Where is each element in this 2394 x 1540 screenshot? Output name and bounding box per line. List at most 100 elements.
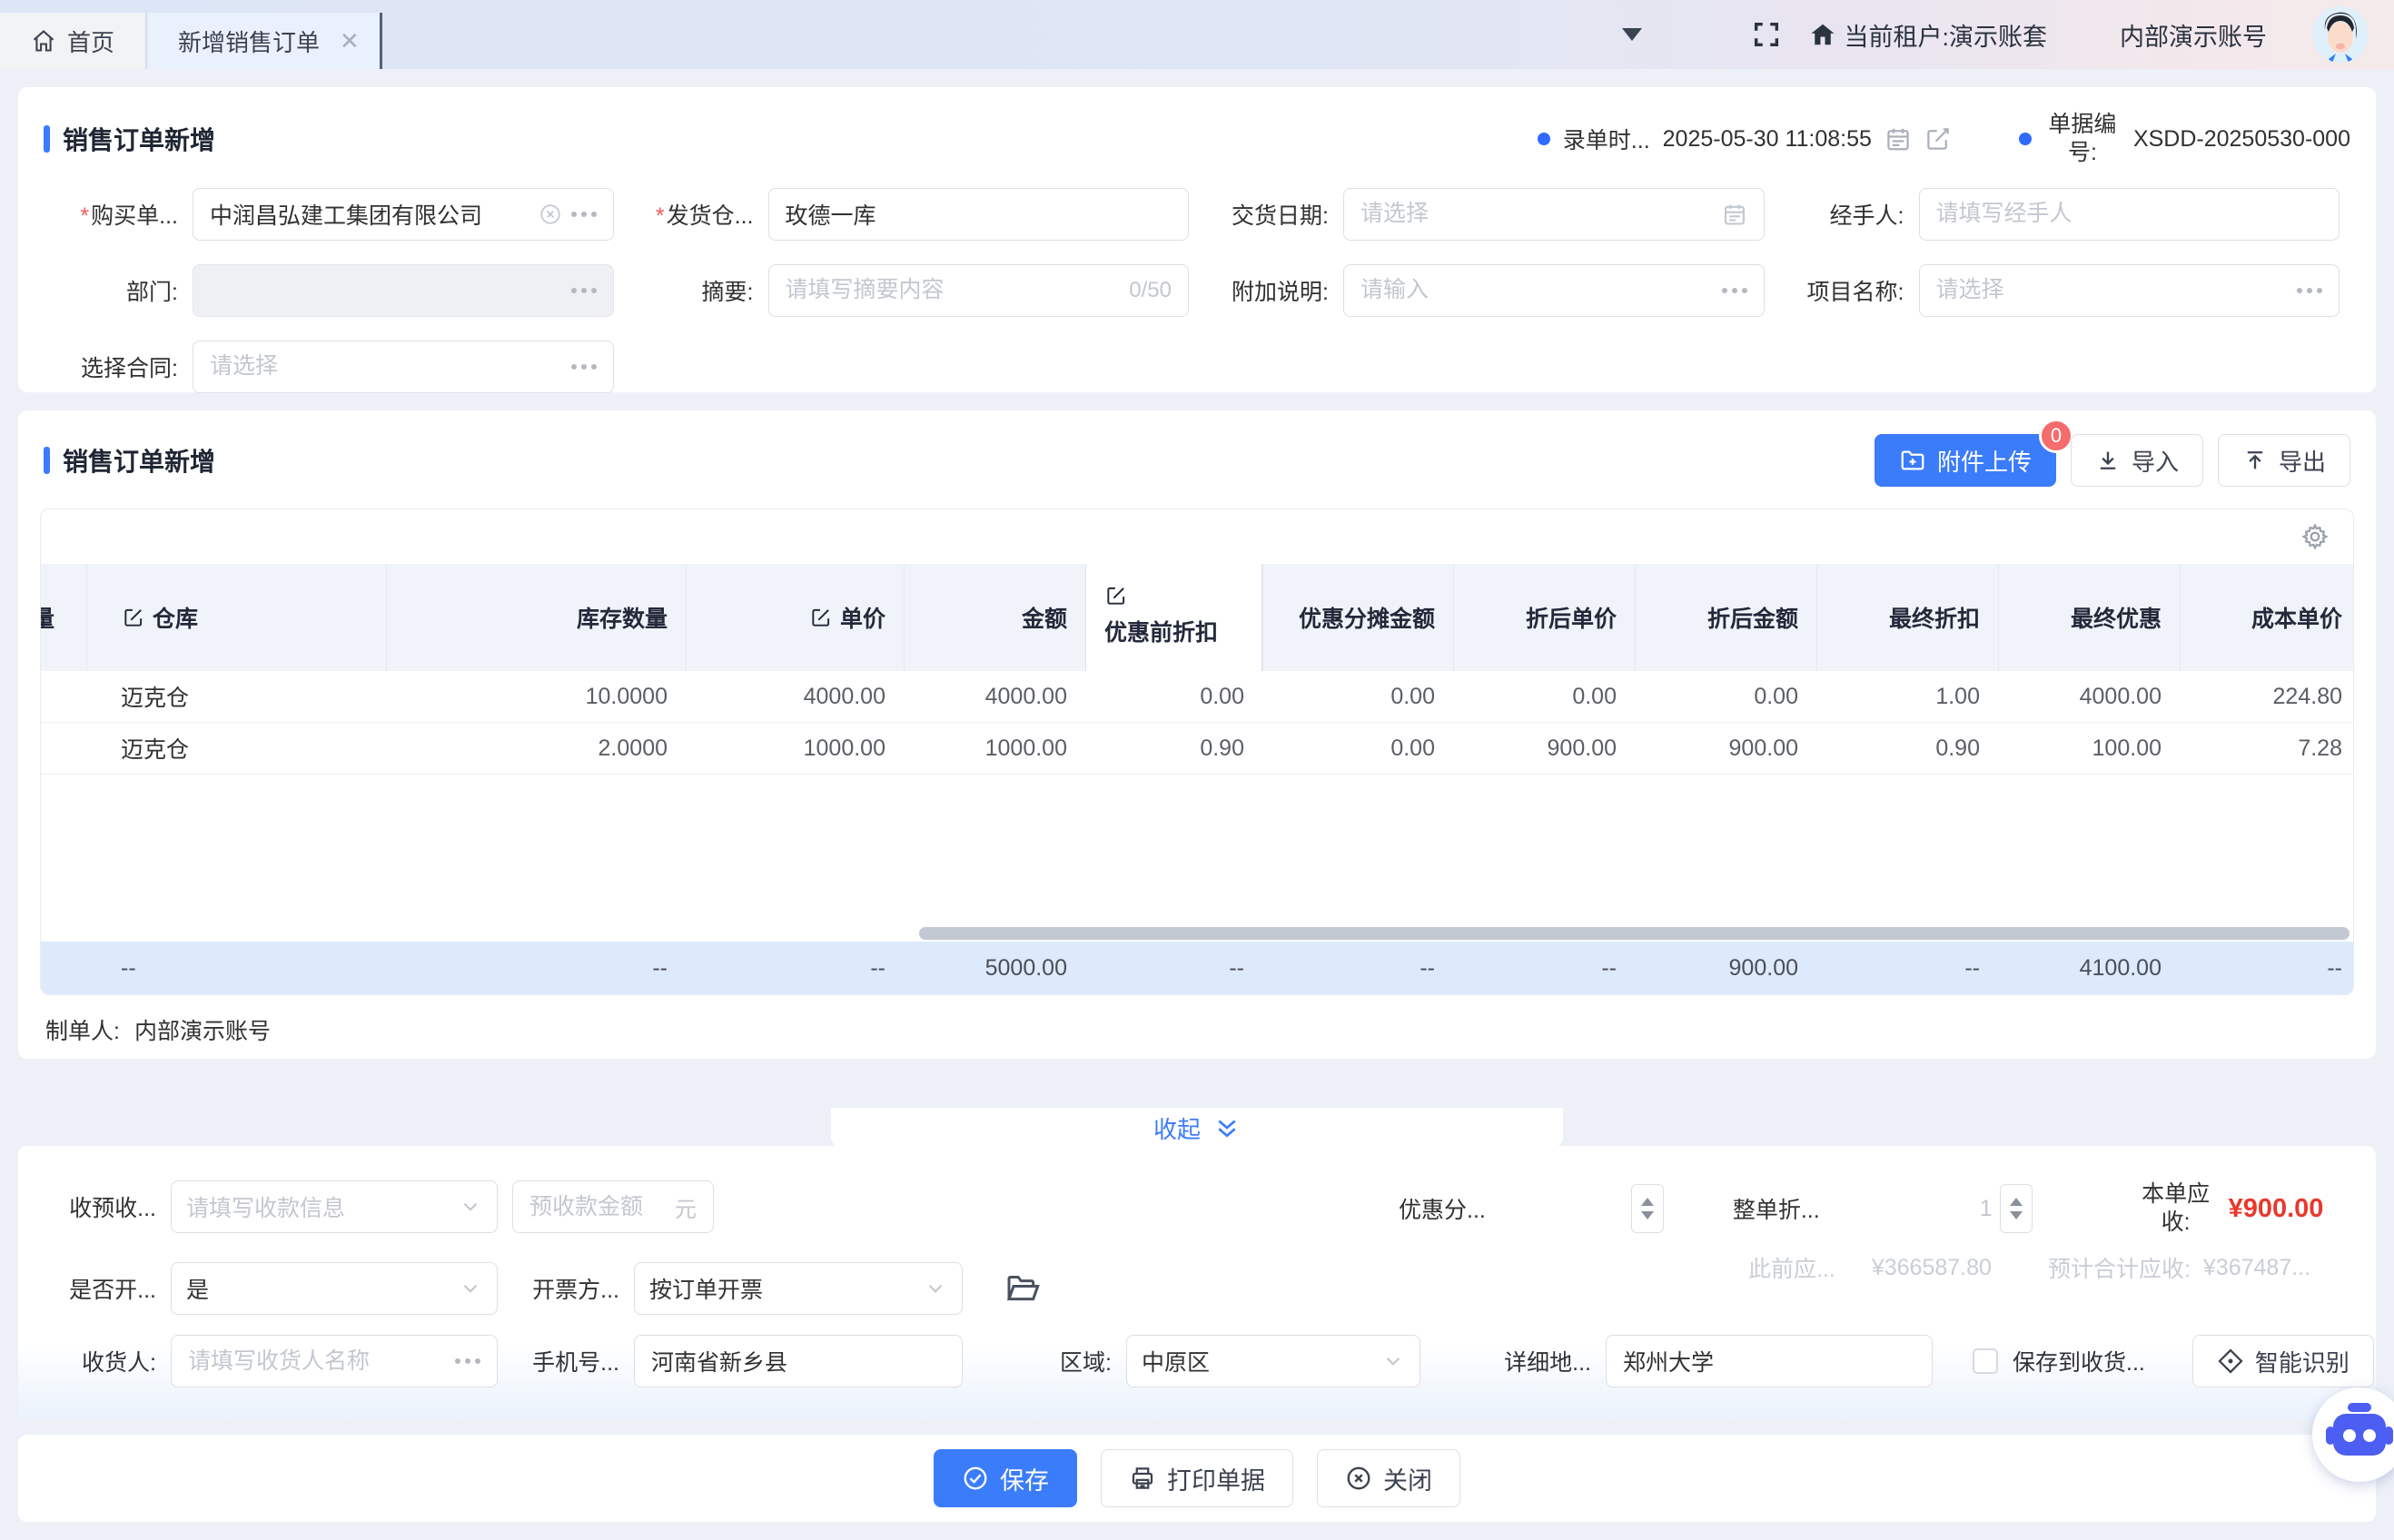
sum-final-benefit: 4100.00 xyxy=(1998,942,2180,994)
handler-input-value[interactable] xyxy=(1936,201,2323,227)
note-input[interactable] xyxy=(1343,264,1765,317)
handler-input[interactable] xyxy=(1919,188,2340,241)
blue-dot-icon xyxy=(1538,133,1550,145)
tab-active-new-sales-order[interactable]: 新增销售订单 ✕ xyxy=(147,13,382,69)
cell-cost-price[interactable]: 7.28 xyxy=(2180,723,2354,774)
warehouse-input-value[interactable] xyxy=(786,201,1172,227)
prepay-amount-value[interactable] xyxy=(529,1194,666,1220)
title-accent-bar xyxy=(44,447,50,474)
discount-share-label: 优惠分... xyxy=(1399,1192,1486,1225)
cell-unit-price[interactable]: 1000.00 xyxy=(686,723,904,774)
more-options-icon[interactable] xyxy=(455,1358,480,1364)
summary-input[interactable]: 0/50 xyxy=(768,264,1190,317)
contract-label: 选择合同: xyxy=(54,350,193,383)
account-name[interactable]: 内部演示账号 xyxy=(2120,17,2267,53)
cell-warehouse[interactable]: 迈克仓 xyxy=(86,671,386,722)
region-select[interactable]: 中原区 xyxy=(1126,1335,1420,1387)
summary-label: 摘要: xyxy=(630,274,768,307)
home-outline-icon xyxy=(31,28,56,54)
warehouse-input[interactable] xyxy=(768,188,1190,241)
delivery-date-input[interactable] xyxy=(1343,188,1765,241)
phone-input-value[interactable] xyxy=(651,1348,945,1375)
table-header-row: 量 仓库 库存数量 单价 金额 优惠前折扣 优惠分摊金额 折后单价 折后金额 最… xyxy=(41,564,2353,671)
export-button[interactable]: 导出 xyxy=(2218,434,2350,487)
buyer-input-value[interactable] xyxy=(210,201,529,227)
handler-label: 经手人: xyxy=(1781,198,1919,231)
previous-due-label: 此前应... xyxy=(1748,1251,1835,1284)
note-label: 附加说明: xyxy=(1205,274,1343,307)
open-folder-icon[interactable] xyxy=(1004,1270,1041,1307)
more-options-icon[interactable] xyxy=(571,212,597,217)
cell-final-discount[interactable]: 1.00 xyxy=(1816,671,1998,722)
address-input-value[interactable] xyxy=(1623,1348,1915,1375)
whole-discount-stepper[interactable] xyxy=(2000,1184,2033,1233)
assistant-robot-button[interactable] xyxy=(2312,1387,2394,1482)
more-options-icon[interactable] xyxy=(2297,288,2322,293)
order-header-card: 销售订单新增 录单时... 2025-05-30 11:08:55 单据编号: … xyxy=(18,87,2376,392)
receiver-input-value[interactable] xyxy=(188,1348,446,1375)
cell-pre-discount[interactable]: 0.00 xyxy=(1085,671,1262,722)
horizontal-scrollbar-thumb[interactable] xyxy=(919,927,2349,940)
close-button[interactable]: 关闭 xyxy=(1317,1449,1460,1507)
contract-input-value[interactable] xyxy=(210,353,562,380)
department-input[interactable] xyxy=(193,264,614,317)
cell-stock-qty[interactable]: 2.0000 xyxy=(386,723,686,774)
clear-icon[interactable] xyxy=(539,202,562,226)
collapse-toggle[interactable]: 收起 xyxy=(831,1108,1563,1148)
cell-amount[interactable]: 4000.00 xyxy=(904,671,1085,722)
attachment-upload-button[interactable]: 附件上传 0 xyxy=(1875,434,2056,487)
cell-pre-discount[interactable]: 0.90 xyxy=(1085,723,1262,774)
prepay-select[interactable]: 请填写收款信息 xyxy=(171,1180,498,1233)
save-address-checkbox[interactable] xyxy=(1973,1348,1998,1374)
cell-final-benefit[interactable]: 100.00 xyxy=(1998,723,2180,774)
receiver-input[interactable] xyxy=(171,1335,498,1387)
cell-unit-price[interactable]: 4000.00 xyxy=(686,671,904,722)
smart-recognition-button[interactable]: 智能识别 xyxy=(2192,1335,2374,1387)
cell-discounted-amount[interactable]: 900.00 xyxy=(1635,723,1816,774)
edit-icon[interactable] xyxy=(1924,125,1952,153)
prepay-placeholder: 请填写收款信息 xyxy=(186,1190,450,1223)
project-input[interactable] xyxy=(1919,264,2340,317)
delivery-date-value[interactable] xyxy=(1360,201,1713,227)
invoice-method-select[interactable]: 按订单开票 xyxy=(634,1262,963,1315)
note-input-value[interactable] xyxy=(1360,277,1713,303)
cell-discounted-price[interactable]: 900.00 xyxy=(1453,723,1635,774)
forecast-total-label: 预计合计应收: xyxy=(2048,1251,2191,1284)
cell-discount-share[interactable]: 0.00 xyxy=(1262,671,1453,722)
phone-input[interactable] xyxy=(634,1335,963,1387)
prepay-amount-input[interactable]: 元 xyxy=(512,1180,714,1233)
import-button[interactable]: 导入 xyxy=(2071,434,2203,487)
chevron-down-icon[interactable] xyxy=(1622,28,1642,41)
cell-cost-price[interactable]: 224.80 xyxy=(2180,671,2354,722)
cell-warehouse[interactable]: 迈克仓 xyxy=(86,723,386,774)
cell-discounted-price[interactable]: 0.00 xyxy=(1453,671,1635,722)
column-settings-gear-icon[interactable] xyxy=(2300,522,2330,551)
more-options-icon[interactable] xyxy=(1722,288,1747,293)
cell-amount[interactable]: 1000.00 xyxy=(904,723,1085,774)
export-label: 导出 xyxy=(2279,444,2326,478)
contract-input[interactable] xyxy=(193,341,614,393)
cell-discounted-amount[interactable]: 0.00 xyxy=(1635,671,1816,722)
tenant-info[interactable]: 当前租户:演示账套 xyxy=(1809,17,2047,53)
tenant-label: 当前租户:演示账套 xyxy=(1844,17,2047,53)
project-input-value[interactable] xyxy=(1936,277,2289,303)
cell-final-discount[interactable]: 0.90 xyxy=(1816,723,1998,774)
tab-home[interactable]: 首页 xyxy=(0,13,147,69)
discount-share-stepper[interactable] xyxy=(1631,1184,1664,1233)
avatar[interactable] xyxy=(2312,6,2369,63)
buyer-input[interactable] xyxy=(193,188,614,241)
cell-stock-qty[interactable]: 10.0000 xyxy=(386,671,686,722)
save-button[interactable]: 保存 xyxy=(934,1449,1077,1507)
cell-final-benefit[interactable]: 4000.00 xyxy=(1998,671,2180,722)
print-button[interactable]: 打印单据 xyxy=(1101,1449,1293,1507)
cell-discount-share[interactable]: 0.00 xyxy=(1262,723,1453,774)
more-options-icon[interactable] xyxy=(571,364,597,370)
calendar-icon[interactable] xyxy=(1722,202,1747,227)
invoice-flag-select[interactable]: 是 xyxy=(171,1262,498,1315)
calendar-icon[interactable] xyxy=(1885,125,1912,153)
more-options-icon[interactable] xyxy=(571,288,597,293)
tab-close-icon[interactable]: ✕ xyxy=(340,27,360,55)
summary-input-value[interactable] xyxy=(786,277,1121,303)
fullscreen-icon[interactable] xyxy=(1751,19,1782,50)
address-input[interactable] xyxy=(1606,1335,1933,1387)
